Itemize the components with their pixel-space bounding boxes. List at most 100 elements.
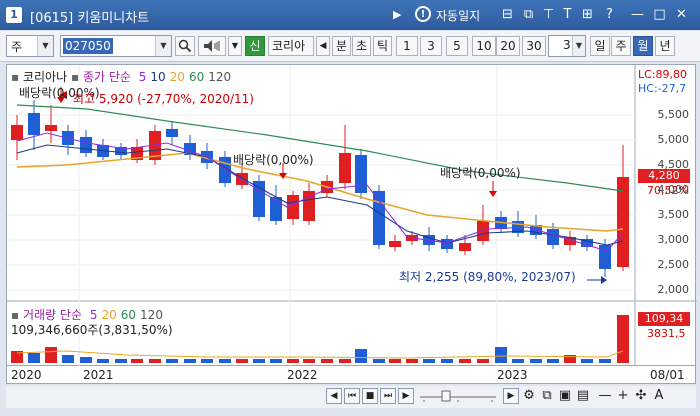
- interval-button-0[interactable]: 1: [396, 36, 418, 56]
- candle-body: [287, 195, 299, 219]
- sound-button[interactable]: [198, 36, 226, 56]
- chevron-down-icon[interactable]: ▼: [155, 36, 171, 56]
- interval-button-4[interactable]: 20: [496, 36, 520, 56]
- candle-body: [389, 241, 401, 247]
- settings-button[interactable]: ⚙: [521, 388, 537, 404]
- info-icon[interactable]: !: [415, 6, 431, 22]
- market-select-value: 주: [11, 40, 23, 54]
- timeframe-button-2[interactable]: 월: [633, 36, 653, 56]
- candle-body: [355, 155, 367, 193]
- volume-bar: [219, 359, 231, 363]
- timeframe-button-3[interactable]: 년: [655, 36, 675, 56]
- volume-bar: [599, 359, 611, 363]
- timeframe-button-0[interactable]: 일: [590, 36, 610, 56]
- search-button[interactable]: [175, 36, 195, 56]
- sound-dropdown-button[interactable]: ▼: [228, 36, 242, 56]
- slider-track-icon: [420, 390, 496, 402]
- interval-button-1[interactable]: 3: [420, 36, 442, 56]
- volume-bar: [149, 359, 161, 363]
- ma-legend-3: 60: [188, 70, 205, 84]
- grid-icon[interactable]: ⊞: [579, 6, 596, 23]
- volume-bar: [495, 347, 507, 363]
- interval-button-3[interactable]: 10: [472, 36, 496, 56]
- scroll-start-button[interactable]: ⏮: [344, 388, 360, 404]
- interval-button-5[interactable]: 30: [522, 36, 546, 56]
- scroll-left-button[interactable]: ◀: [326, 388, 342, 404]
- volume-bar: [236, 359, 248, 363]
- title-bar: 1 [0615] 키움미니차트 ▶ ! 자동일지 ⊟ ⧉ ⊤ T ⊞? — □ ✕: [0, 0, 700, 30]
- save-button[interactable]: ▣: [557, 388, 573, 404]
- volume-bar: [406, 359, 418, 363]
- market-select[interactable]: 주 ▼: [6, 35, 54, 57]
- text-icon[interactable]: T: [559, 6, 576, 23]
- fast-forward-icon: ⏭: [383, 391, 393, 401]
- save-icon: ▣: [558, 388, 572, 403]
- plus-icon: +: [617, 388, 629, 403]
- x-label-2022: 2022: [287, 368, 318, 382]
- volume-bar: [270, 359, 282, 363]
- candle-body: [373, 191, 385, 245]
- legend-marker: ▪: [70, 70, 80, 84]
- period-button-2[interactable]: 틱: [373, 36, 392, 56]
- low-note-arrow-head: [601, 276, 607, 284]
- timeframe-button-1[interactable]: 주: [611, 36, 631, 56]
- minimize-icon[interactable]: —: [629, 6, 646, 23]
- compare-button[interactable]: ⧉: [539, 388, 555, 404]
- zoom-in-button[interactable]: +: [615, 388, 631, 404]
- maximize-icon[interactable]: □: [651, 6, 668, 23]
- volume-bar: [459, 359, 471, 363]
- zoom-slider[interactable]: [418, 388, 498, 404]
- move-button[interactable]: ✣: [633, 388, 649, 404]
- current-volume-box: 109,34: [638, 312, 690, 326]
- pin-icon[interactable]: ⊤: [540, 6, 557, 23]
- chevron-down-icon[interactable]: ▼: [37, 36, 53, 56]
- period-button-0[interactable]: 분: [332, 36, 351, 56]
- copy-icon[interactable]: ⧉: [520, 6, 537, 23]
- volume-bar: [355, 349, 367, 363]
- chart-area[interactable]: ▪ 코리아나 ▪ 종가 단순 5 10 20 60 120 배당락(0,00%) 최고 …: [6, 64, 697, 381]
- period-button-1[interactable]: 초: [352, 36, 371, 56]
- volume-bar: [253, 359, 265, 363]
- help-icon[interactable]: ?: [601, 6, 618, 23]
- stock-code-input[interactable]: 027050: [63, 38, 113, 54]
- volume-ma-legend-1: 20: [101, 308, 117, 322]
- slider-right-button[interactable]: ▶: [503, 388, 519, 404]
- zoom-out-button[interactable]: —: [597, 388, 613, 404]
- search-icon: [178, 39, 192, 53]
- x-label-2021: 2021: [83, 368, 114, 382]
- y-tick-label: 3,500: [657, 208, 690, 221]
- close-icon[interactable]: ✕: [673, 6, 690, 23]
- volume-bar: [80, 357, 92, 363]
- layout-icon[interactable]: ⊟: [499, 6, 516, 23]
- scroll-end-button[interactable]: ⏭: [380, 388, 396, 404]
- ma-legend-2: 20: [169, 70, 185, 84]
- expand-arrow-icon[interactable]: ▶: [393, 8, 401, 21]
- prev-button[interactable]: ◀: [316, 36, 330, 56]
- doc-button[interactable]: ▤: [575, 388, 591, 404]
- move-icon: ✣: [635, 388, 647, 403]
- y-tick-label: 5,000: [657, 133, 690, 146]
- stop-icon: ■: [365, 391, 375, 401]
- auto-journal-button[interactable]: 자동일지: [436, 7, 480, 24]
- stock-code-field[interactable]: 027050 ▼: [60, 35, 172, 57]
- stop-button[interactable]: ■: [362, 388, 378, 404]
- chevron-down-icon[interactable]: ▼: [572, 36, 585, 56]
- candle-body: [236, 173, 248, 185]
- count-select[interactable]: 3 ▼: [548, 35, 586, 57]
- window-number: 1: [6, 7, 22, 23]
- scroll-right-button[interactable]: ▶: [398, 388, 414, 404]
- volume-bar: [617, 315, 629, 363]
- x-label-2020: 2020: [11, 368, 42, 382]
- candle-body: [45, 125, 57, 131]
- volume-bar: [97, 359, 109, 363]
- current-volume-pct: 3831,5: [647, 327, 686, 340]
- volume-legend-label: 거래량: [22, 308, 57, 322]
- interval-button-2[interactable]: 5: [446, 36, 468, 56]
- ma-legend-prefix: 종가 단순: [82, 70, 131, 84]
- y-tick-label: 4,500: [657, 158, 690, 171]
- candle-body: [441, 239, 453, 249]
- volume-bar: [184, 359, 196, 363]
- y-tick-label: 2,500: [657, 258, 690, 271]
- shin-button[interactable]: 신: [245, 36, 265, 56]
- font-button[interactable]: A: [651, 388, 667, 404]
